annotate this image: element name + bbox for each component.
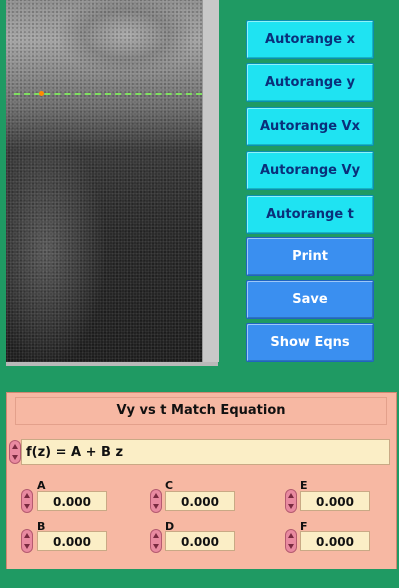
tracked-point[interactable] [39, 91, 44, 96]
autorange-vy-button[interactable]: Autorange Vy [246, 151, 374, 190]
param-c-field[interactable]: 0.000 [165, 491, 235, 511]
param-e-spinner-icon[interactable] [285, 489, 297, 513]
equation-title: Vy vs t Match Equation [15, 397, 387, 425]
autorange-vx-button[interactable]: Autorange Vx [246, 107, 374, 146]
autorange-x-button[interactable]: Autorange x [246, 20, 374, 59]
param-c-spinner-icon[interactable] [150, 489, 162, 513]
show-eqns-button[interactable]: Show Eqns [246, 323, 374, 362]
param-f-spinner-icon[interactable] [285, 529, 297, 553]
param-a-spinner-icon[interactable] [21, 489, 33, 513]
param-b-spinner-icon[interactable] [21, 529, 33, 553]
param-d-field[interactable]: 0.000 [165, 531, 235, 551]
video-scrollbar[interactable] [202, 0, 219, 362]
param-a-field[interactable]: 0.000 [37, 491, 107, 511]
bottom-band [0, 569, 399, 588]
video-panel [6, 0, 219, 366]
divider-band [0, 366, 399, 392]
save-button[interactable]: Save [246, 280, 374, 319]
app-window: Autorange x Autorange y Autorange Vx Aut… [0, 0, 399, 588]
match-equation-panel: Vy vs t Match Equation f(z) = A + B z A … [6, 392, 397, 571]
param-b-field[interactable]: 0.000 [37, 531, 107, 551]
print-button[interactable]: Print [246, 237, 374, 276]
formula-field[interactable]: f(z) = A + B z [21, 439, 390, 465]
autorange-y-button[interactable]: Autorange y [246, 63, 374, 102]
param-d-spinner-icon[interactable] [150, 529, 162, 553]
param-e-field[interactable]: 0.000 [300, 491, 370, 511]
autorange-t-button[interactable]: Autorange t [246, 195, 374, 234]
formula-spinner-icon[interactable] [9, 440, 21, 464]
param-f-field[interactable]: 0.000 [300, 531, 370, 551]
video-frame-image[interactable] [6, 0, 202, 362]
